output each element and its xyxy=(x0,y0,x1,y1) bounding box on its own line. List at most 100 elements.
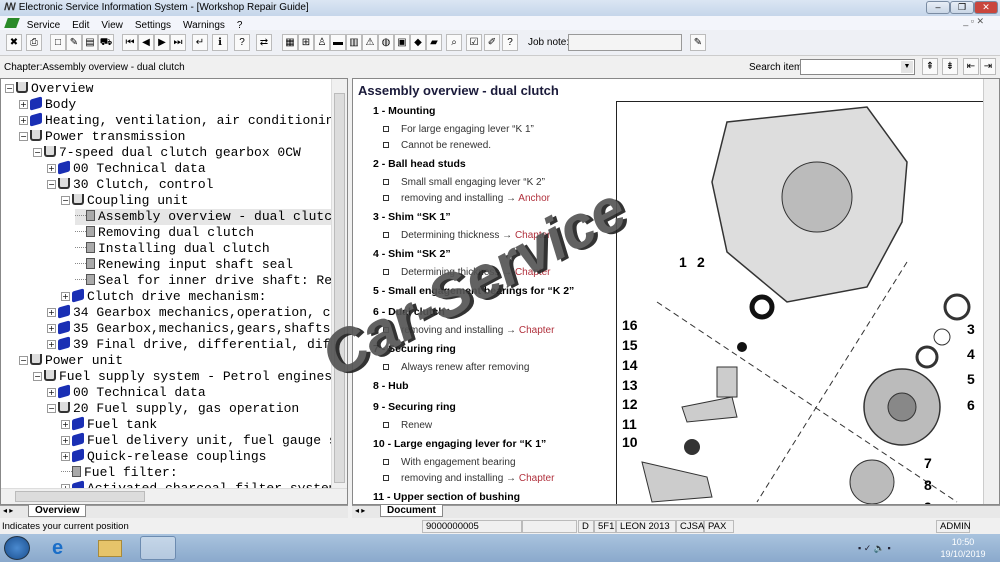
car-icon[interactable]: ▰ xyxy=(426,34,442,51)
document-scrollbar[interactable] xyxy=(983,79,999,504)
tree-item[interactable]: +35 Gearbox,mechanics,gears,shafts,in xyxy=(47,320,347,337)
collapse-icon[interactable]: − xyxy=(33,148,42,157)
tab-document[interactable]: Document xyxy=(380,505,443,517)
help-icon[interactable]: ? xyxy=(234,34,250,51)
internet-explorer-icon[interactable]: e xyxy=(52,538,76,558)
tab-scroll-arrows[interactable]: ◂ ▸ xyxy=(3,506,13,515)
expand-icon[interactable]: ⇥ xyxy=(980,58,996,75)
panel-icon[interactable]: ▥ xyxy=(346,34,362,51)
book-icon[interactable]: ▬ xyxy=(330,34,346,51)
mdi-controls[interactable]: _ ▫ ✕ xyxy=(963,16,984,27)
tree-item[interactable]: − Fuel supply system - Petrol engines xyxy=(33,369,332,385)
tree-item[interactable]: Fuel filter: xyxy=(61,465,178,481)
expand-icon[interactable]: + xyxy=(47,340,56,349)
edit-icon[interactable]: ✎ xyxy=(66,34,82,51)
search-item-dropdown[interactable]: ▼ xyxy=(800,59,915,75)
print-icon[interactable]: ⎙ xyxy=(26,34,42,51)
expand-icon[interactable]: + xyxy=(19,100,28,109)
car-edit-icon[interactable]: ✐ xyxy=(484,34,500,51)
swap-icon[interactable]: ⇄ xyxy=(256,34,272,51)
tray-icons[interactable]: ▪ ✓ 🔈 ▪ xyxy=(858,543,891,554)
tree-item[interactable]: − 20 Fuel supply, gas operation xyxy=(47,401,299,417)
vehicle-icon[interactable]: ⛟ xyxy=(98,34,114,51)
tree-item[interactable]: + Clutch drive mechanism: xyxy=(61,288,266,305)
tree-item[interactable]: − Coupling unit xyxy=(61,193,188,209)
folder-icon[interactable] xyxy=(98,540,122,557)
expand-icon[interactable]: + xyxy=(47,308,56,317)
warning-icon[interactable]: ⚠ xyxy=(362,34,378,51)
tab-scroll-arrows[interactable]: ◂ ▸ xyxy=(355,506,365,515)
tree-item[interactable]: Seal for inner drive shaft: Rene xyxy=(75,273,347,289)
expand-icon[interactable]: + xyxy=(61,292,70,301)
collapse-icon[interactable]: − xyxy=(33,372,42,381)
expand-icon[interactable]: + xyxy=(47,324,56,333)
taskbar-elsa-app[interactable] xyxy=(140,536,176,560)
tree-item[interactable]: +00 Technical data xyxy=(47,384,206,401)
tree-item[interactable]: +34 Gearbox mechanics,operation, cons xyxy=(47,304,347,321)
tree-item[interactable]: +39 Final drive, differential, differ xyxy=(47,336,347,353)
tree-item[interactable]: − Power unit xyxy=(19,353,123,369)
collapse-icon[interactable]: − xyxy=(19,132,28,141)
job-note-edit-icon[interactable]: ✎ xyxy=(690,34,706,51)
chapter-link[interactable]: Chapter xyxy=(515,267,551,278)
save-icon[interactable]: ▣ xyxy=(394,34,410,51)
collapse-icon[interactable]: − xyxy=(47,180,56,189)
chapter-link[interactable]: Chapter xyxy=(515,230,551,241)
chapter-link[interactable]: Anchor xyxy=(518,193,550,204)
tree-item[interactable]: +00 Technical data xyxy=(47,160,206,177)
tree-item[interactable]: + Fuel tank xyxy=(61,416,157,433)
tree-item[interactable]: Installing dual clutch xyxy=(75,241,270,257)
expand-icon[interactable]: + xyxy=(61,452,70,461)
tree-horizontal-scrollbar[interactable] xyxy=(1,488,347,504)
maximize-button[interactable]: ❐ xyxy=(950,1,974,14)
collapse-icon[interactable]: − xyxy=(19,356,28,365)
tree-item[interactable]: Assembly overview - dual clutch xyxy=(75,209,340,225)
doc2-icon[interactable]: ⊞ xyxy=(298,34,314,51)
car-green-icon[interactable]: ◆ xyxy=(410,34,426,51)
search-next-icon[interactable]: ⇟ xyxy=(942,58,958,75)
job-note-input[interactable] xyxy=(568,34,682,51)
collapse-icon[interactable]: − xyxy=(61,196,70,205)
collapse-icon[interactable]: − xyxy=(5,84,14,93)
attach-icon[interactable]: ▤ xyxy=(82,34,98,51)
doc1-icon[interactable]: ▦ xyxy=(282,34,298,51)
person-icon[interactable]: ♙ xyxy=(314,34,330,51)
checklist-icon[interactable]: ☑ xyxy=(466,34,482,51)
tree-item[interactable]: Renewing input shaft seal xyxy=(75,257,293,273)
exit-icon[interactable]: ✖ xyxy=(6,34,22,51)
globe-icon[interactable]: ◍ xyxy=(378,34,394,51)
tree-item[interactable]: + Body xyxy=(19,96,76,113)
expand-icon[interactable]: + xyxy=(19,116,28,125)
expand-icon[interactable]: + xyxy=(47,388,56,397)
expand-icon[interactable]: + xyxy=(61,420,70,429)
next-icon[interactable]: ▶ xyxy=(154,34,170,51)
tree-item[interactable]: + Fuel delivery unit, fuel gauge sen xyxy=(61,432,347,449)
expand-icon[interactable]: + xyxy=(47,164,56,173)
start-button[interactable] xyxy=(4,536,30,560)
info-icon[interactable]: ℹ xyxy=(212,34,228,51)
tree-item[interactable]: − 7-speed dual clutch gearbox 0CW xyxy=(33,145,301,161)
chapter-link[interactable]: Chapter xyxy=(519,473,555,484)
tree-item[interactable]: − 30 Clutch, control xyxy=(47,177,213,193)
expand-icon[interactable]: + xyxy=(61,436,70,445)
tree-item[interactable]: Removing dual clutch xyxy=(75,225,254,241)
minimize-button[interactable]: – xyxy=(926,1,950,14)
new-icon[interactable]: □ xyxy=(50,34,66,51)
tree-item[interactable]: − Overview xyxy=(5,81,93,97)
search-prev-icon[interactable]: ⇞ xyxy=(922,58,938,75)
tree-item[interactable]: + Quick-release couplings xyxy=(61,448,266,465)
search-car-icon[interactable]: ⌕ xyxy=(446,34,462,51)
chapter-link[interactable]: Chapter xyxy=(519,325,555,336)
tree-item[interactable]: + Heating, ventilation, air conditioning … xyxy=(19,112,347,129)
first-icon[interactable]: ⏮ xyxy=(122,34,138,51)
tab-overview[interactable]: Overview xyxy=(28,505,87,517)
tree-item[interactable]: − Power transmission xyxy=(19,129,185,145)
back-icon[interactable]: ↵ xyxy=(192,34,208,51)
chevron-down-icon[interactable]: ▼ xyxy=(901,61,913,73)
tree-vertical-scrollbar[interactable] xyxy=(331,79,347,490)
hint-icon[interactable]: ? xyxy=(502,34,518,51)
collapse-icon[interactable]: − xyxy=(47,404,56,413)
collapse-icon[interactable]: ⇤ xyxy=(963,58,979,75)
close-button[interactable]: ✕ xyxy=(974,1,998,14)
prev-icon[interactable]: ◀ xyxy=(138,34,154,51)
